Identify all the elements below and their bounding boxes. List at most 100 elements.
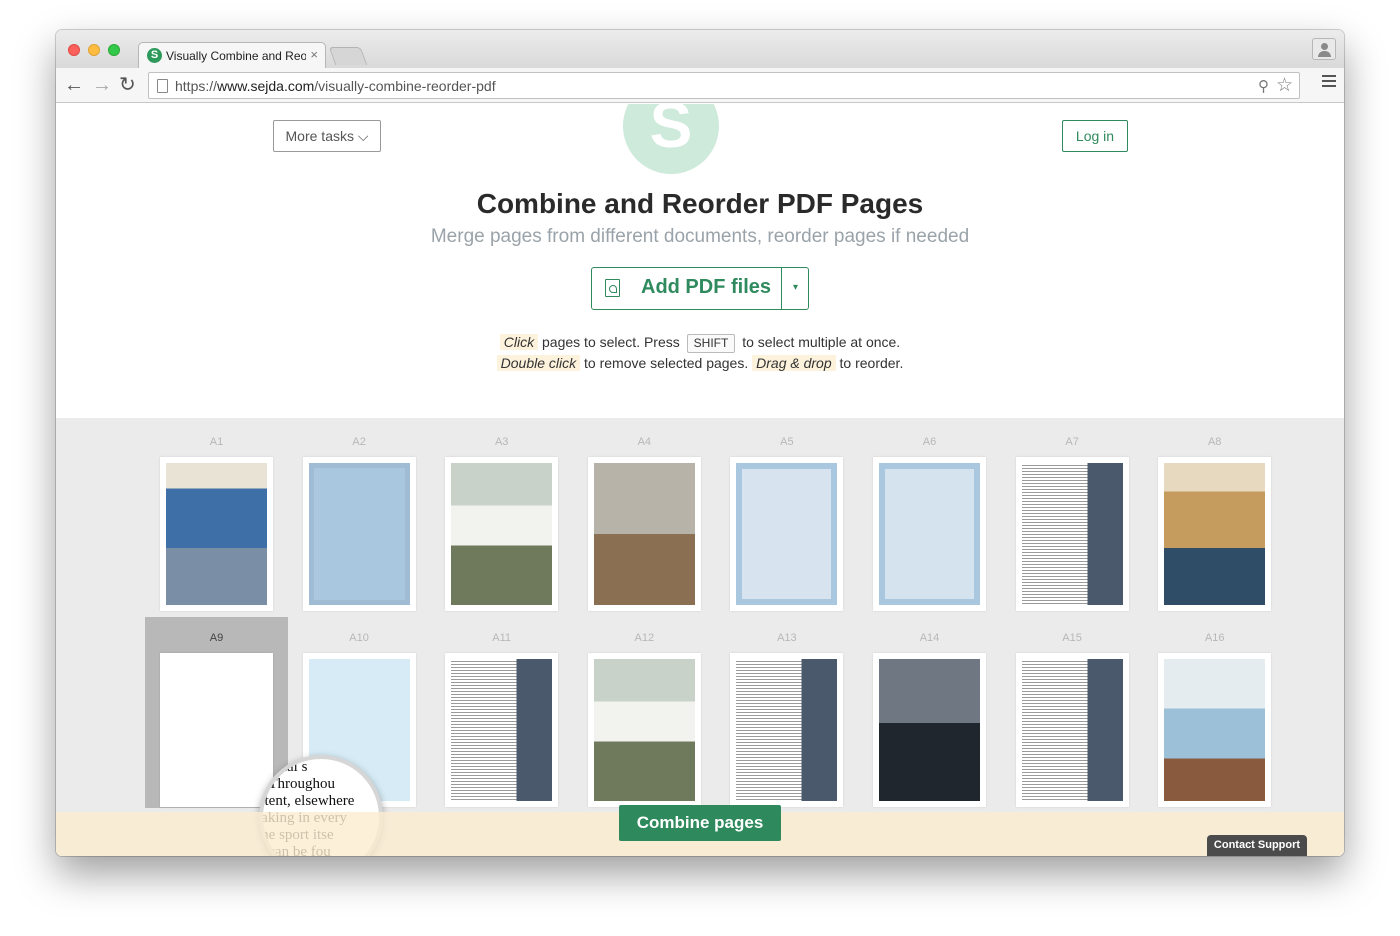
page-image: [593, 659, 695, 801]
login-button[interactable]: Log in: [1062, 120, 1128, 152]
page-image: [1021, 463, 1123, 605]
add-options-dropdown-button[interactable]: ▾: [783, 268, 808, 309]
page-label: A14: [919, 632, 940, 644]
forward-arrow-icon[interactable]: →: [92, 73, 112, 97]
tab-close-icon[interactable]: ×: [310, 47, 318, 62]
page-thumbnail[interactable]: A5: [715, 436, 858, 632]
page-thumbnail[interactable]: A9: [145, 617, 288, 808]
user-profile-icon[interactable]: [1312, 38, 1336, 60]
close-window-icon[interactable]: [68, 44, 80, 56]
drag-drop-hint: Drag & drop: [752, 355, 836, 371]
page-label: A4: [637, 436, 652, 448]
page-preview: [730, 653, 844, 807]
page-title: Combine and Reorder PDF Pages: [476, 188, 924, 219]
more-tasks-button[interactable]: More tasks ⌵: [273, 120, 381, 152]
page-preview: [445, 457, 559, 611]
page-image: [879, 659, 980, 801]
instruction-text: to remove selected pages.: [584, 355, 749, 371]
zoom-icon[interactable]: ⚲: [1258, 77, 1269, 95]
browser-menu-icon[interactable]: [1322, 75, 1336, 89]
contact-support-button[interactable]: Contact Support: [1207, 835, 1307, 856]
page-preview: [1158, 653, 1272, 807]
page-preview: [587, 653, 701, 807]
shift-key-badge: SHIFT: [686, 334, 736, 353]
combine-pages-button[interactable]: Combine pages: [619, 805, 781, 841]
page-label: A8: [1207, 436, 1222, 448]
page-label: A3: [494, 436, 509, 448]
browser-tab[interactable]: S Visually Combine and Reor ×: [138, 42, 326, 69]
page-label: A12: [634, 632, 655, 644]
sejda-logo[interactable]: S: [623, 104, 719, 174]
page-preview: [302, 457, 416, 611]
page-thumbnail-grid: A1 A2 A3 A4 A5 A6 A7 A8 A9 A10 A11 A12 A13 A14 A15 A16: [56, 418, 1344, 856]
new-tab-button[interactable]: [328, 47, 368, 65]
page-label: A7: [1065, 436, 1079, 448]
page-subtitle: Merge pages from different documents, re…: [430, 226, 970, 247]
page-label: A13: [777, 632, 797, 644]
page-image: [879, 463, 980, 605]
url-domain: www.sejda.com: [217, 78, 315, 94]
bookmark-star-icon[interactable]: ☆: [1276, 74, 1293, 97]
page-image: [166, 659, 267, 801]
page-image: [736, 659, 838, 801]
page-image: [451, 659, 553, 801]
page-thumbnail[interactable]: A7: [1001, 436, 1144, 632]
sejda-favicon-icon: S: [147, 48, 162, 63]
page-image: [593, 463, 695, 605]
page-label: A11: [492, 632, 512, 644]
page-label: A9: [209, 632, 224, 644]
add-pdf-files-group: Add PDF files ▾: [591, 267, 809, 310]
page-thumbnail[interactable]: A13: [715, 632, 858, 828]
minimize-window-icon[interactable]: [88, 44, 100, 56]
page-thumbnail[interactable]: A12: [573, 632, 716, 828]
page-thumbnail[interactable]: A15: [1001, 632, 1144, 828]
page-thumbnail[interactable]: A4: [573, 436, 716, 632]
page-thumbnail[interactable]: A3: [430, 436, 573, 632]
magnified-text-line: xtent, elsewhere: [259, 793, 355, 809]
page-preview: [1015, 653, 1129, 807]
page-preview: [587, 457, 701, 611]
pdf-file-icon: [605, 279, 620, 297]
instruction-text: to reorder.: [839, 355, 904, 371]
click-hint: Click: [499, 334, 539, 350]
page-thumbnail[interactable]: A14: [858, 632, 1001, 828]
browser-window: S Visually Combine and Reor × ← → ↻ http…: [56, 30, 1344, 856]
url-scheme: https://: [175, 78, 218, 94]
add-pdf-files-button[interactable]: Add PDF files: [592, 268, 782, 309]
page-content: S More tasks ⌵ Log in Combine and Reorde…: [56, 104, 1344, 856]
maximize-window-icon[interactable]: [108, 44, 120, 56]
page-label: A10: [349, 632, 369, 644]
page-thumbnail[interactable]: A6: [858, 436, 1001, 632]
instructions-line-1: Click pages to select. Press SHIFT to se…: [56, 334, 1344, 353]
page-thumbnail[interactable]: A11: [430, 632, 573, 828]
page-thumbnail[interactable]: A2: [288, 436, 431, 632]
page-label: A2: [352, 436, 366, 448]
page-thumbnail[interactable]: A16: [1143, 632, 1286, 828]
page-image: [308, 463, 410, 605]
page-thumbnail[interactable]: A8: [1143, 436, 1286, 632]
page-image: [451, 463, 553, 605]
page-icon: [157, 79, 168, 93]
page-preview: [445, 653, 559, 807]
page-image: [736, 463, 838, 605]
url-text[interactable]: https://www.sejda.com/visually-combine-r…: [175, 78, 496, 94]
address-bar[interactable]: https://www.sejda.com/visually-combine-r…: [148, 72, 1300, 99]
magnified-text-line: l. Throughou: [259, 776, 336, 792]
browser-toolbar: ← → ↻ https://www.sejda.com/visually-com…: [56, 68, 1344, 103]
page-preview: [730, 457, 844, 611]
back-arrow-icon[interactable]: ←: [64, 73, 84, 97]
page-preview: [160, 457, 273, 611]
instruction-text: pages to select. Press: [542, 334, 680, 350]
page-label: A16: [1204, 632, 1225, 644]
page-image: [1164, 659, 1266, 801]
page-preview: [1015, 457, 1129, 611]
page-thumbnail[interactable]: A1: [145, 436, 288, 632]
instruction-text: to select multiple at once.: [742, 334, 901, 350]
page-preview: [160, 653, 273, 807]
title-bar: S Visually Combine and Reor ×: [56, 30, 1344, 69]
add-pdf-files-label: Add PDF files: [641, 276, 772, 298]
page-label: A6: [922, 436, 937, 448]
page-label: A5: [780, 436, 794, 448]
reload-icon[interactable]: ↻: [119, 73, 136, 97]
url-path: /visually-combine-reorder-pdf: [314, 78, 496, 94]
